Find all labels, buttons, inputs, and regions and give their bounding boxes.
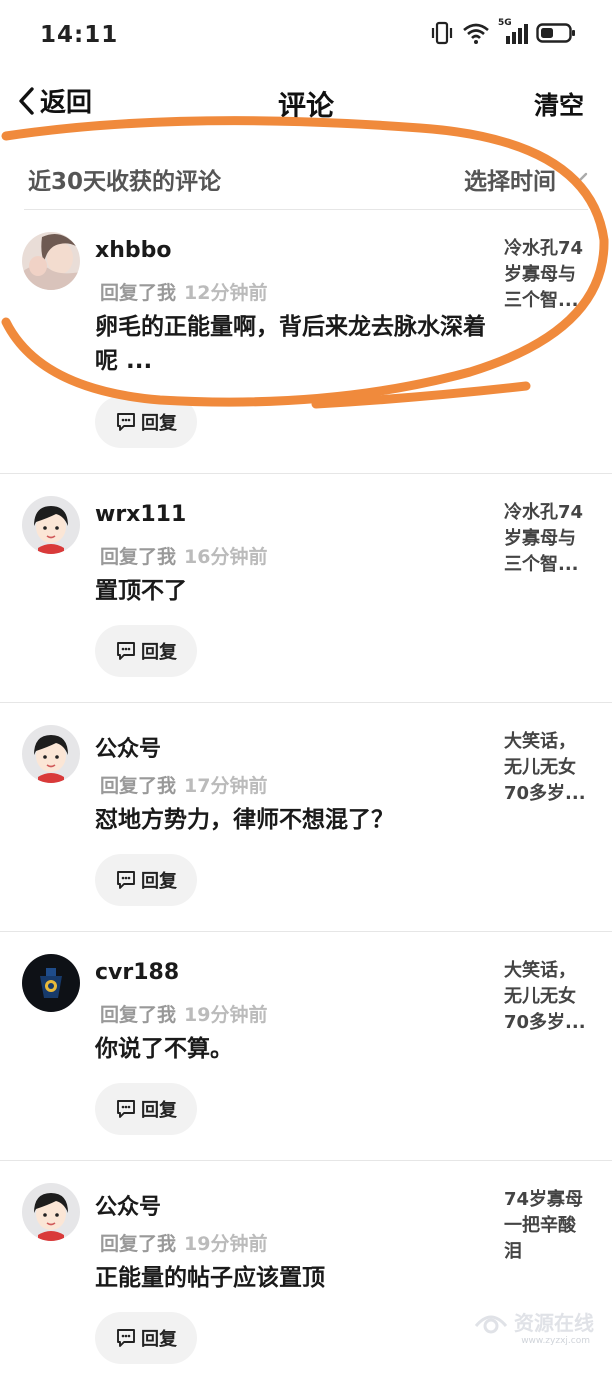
- clear-button[interactable]: 清空: [534, 86, 584, 122]
- meta-time: 17分钟前: [184, 775, 268, 797]
- reply-button[interactable]: 回复: [95, 396, 197, 448]
- filter-label: 近30天收获的评论: [28, 169, 222, 195]
- comment-bubble-icon: [117, 642, 135, 660]
- nav-bar: 返回 评论 清空: [0, 70, 612, 136]
- status-time: 14:11: [40, 22, 119, 48]
- chevron-down-icon: [566, 172, 588, 185]
- username[interactable]: cvr188: [95, 960, 179, 985]
- reply-button[interactable]: 回复: [95, 1083, 197, 1135]
- username[interactable]: xhbbo: [95, 238, 171, 263]
- meta-time: 19分钟前: [184, 1004, 268, 1026]
- comment-text[interactable]: 正能量的帖子应该置顶: [95, 1261, 495, 1295]
- meta-time: 12分钟前: [184, 282, 268, 304]
- watermark-text: 资源在线: [514, 1310, 594, 1335]
- comment-meta: 回复了我 19分钟前: [100, 1000, 267, 1027]
- reply-label: 回复: [141, 1329, 177, 1350]
- status-bar: 14:11 5G: [0, 0, 612, 70]
- watermark: 资源在线: [474, 1306, 594, 1336]
- reply-label: 回复: [141, 642, 177, 663]
- comment-meta: 回复了我 12分钟前: [100, 278, 267, 305]
- post-title[interactable]: 大笑话，无儿无女70多岁...: [504, 958, 590, 1036]
- meta-action: 回复了我: [100, 1233, 177, 1255]
- post-title[interactable]: 大笑话，无儿无女70多岁...: [504, 729, 590, 807]
- comment-meta: 回复了我 17分钟前: [100, 771, 267, 798]
- back-label: 返回: [40, 88, 93, 118]
- reply-label: 回复: [141, 871, 177, 892]
- comment-item: xhbbo 回复了我 12分钟前 卵毛的正能量啊，背后来龙去脉水深着呢 ... 回…: [0, 210, 612, 474]
- avatar[interactable]: [22, 1183, 80, 1241]
- battery-icon: [536, 23, 575, 43]
- back-button[interactable]: 返回: [16, 82, 92, 119]
- avatar[interactable]: [22, 725, 80, 783]
- time-select-dropdown[interactable]: 选择时间: [464, 162, 588, 196]
- chevron-left-icon: [19, 86, 34, 115]
- signal-icon: 5G: [498, 18, 528, 45]
- avatar[interactable]: [22, 954, 80, 1012]
- watermark-url: www.zyzxj.com: [521, 1336, 590, 1346]
- meta-action: 回复了我: [100, 1004, 177, 1026]
- comment-meta: 回复了我 19分钟前: [100, 1229, 267, 1256]
- post-title[interactable]: 74岁寡母一把辛酸泪: [504, 1187, 590, 1265]
- comment-text[interactable]: 卵毛的正能量啊，背后来龙去脉水深着呢 ...: [95, 310, 495, 378]
- comment-bubble-icon: [117, 1100, 135, 1118]
- meta-action: 回复了我: [100, 546, 177, 568]
- logo-icon: [474, 1315, 508, 1334]
- comment-bubble-icon: [117, 413, 135, 431]
- meta-action: 回复了我: [100, 282, 177, 304]
- vibrate-icon: [431, 21, 453, 45]
- reply-label: 回复: [141, 413, 177, 434]
- comment-item: 公众号 回复了我 17分钟前 怼地方势力，律师不想混了？ 回复 大笑话，无儿无女7…: [0, 703, 612, 932]
- comment-item: cvr188 回复了我 19分钟前 你说了不算。 回复 大笑话，无儿无女70多岁.…: [0, 932, 612, 1161]
- avatar[interactable]: [22, 232, 80, 290]
- time-select-label: 选择时间: [464, 169, 556, 195]
- filter-row: 近30天收获的评论 选择时间: [0, 148, 612, 208]
- comment-meta: 回复了我 16分钟前: [100, 542, 267, 569]
- comment-bubble-icon: [117, 871, 135, 889]
- reply-button[interactable]: 回复: [95, 854, 197, 906]
- meta-action: 回复了我: [100, 775, 177, 797]
- status-icons: 5G: [430, 18, 576, 46]
- comment-bubble-icon: [117, 1329, 135, 1347]
- comment-text[interactable]: 你说了不算。: [95, 1032, 495, 1066]
- comment-list: xhbbo 回复了我 12分钟前 卵毛的正能量啊，背后来龙去脉水深着呢 ... 回…: [0, 210, 612, 1390]
- comment-text[interactable]: 置顶不了: [95, 574, 495, 608]
- avatar[interactable]: [22, 496, 80, 554]
- reply-button[interactable]: 回复: [95, 1312, 197, 1364]
- post-title[interactable]: 冷水孔74岁寡母与三个智...: [504, 500, 590, 578]
- post-title[interactable]: 冷水孔74岁寡母与三个智...: [504, 236, 590, 314]
- username[interactable]: 公众号: [95, 731, 161, 763]
- meta-time: 16分钟前: [184, 546, 268, 568]
- meta-time: 19分钟前: [184, 1233, 268, 1255]
- wifi-icon: [463, 23, 489, 44]
- reply-button[interactable]: 回复: [95, 625, 197, 677]
- comment-item: wrx111 回复了我 16分钟前 置顶不了 回复 冷水孔74岁寡母与三个智...: [0, 474, 612, 703]
- comment-item: 公众号 回复了我 19分钟前 正能量的帖子应该置顶 回复 74岁寡母一把辛酸泪: [0, 1161, 612, 1390]
- reply-label: 回复: [141, 1100, 177, 1121]
- username[interactable]: 公众号: [95, 1189, 161, 1221]
- username[interactable]: wrx111: [95, 502, 186, 527]
- comment-text[interactable]: 怼地方势力，律师不想混了？: [95, 803, 495, 837]
